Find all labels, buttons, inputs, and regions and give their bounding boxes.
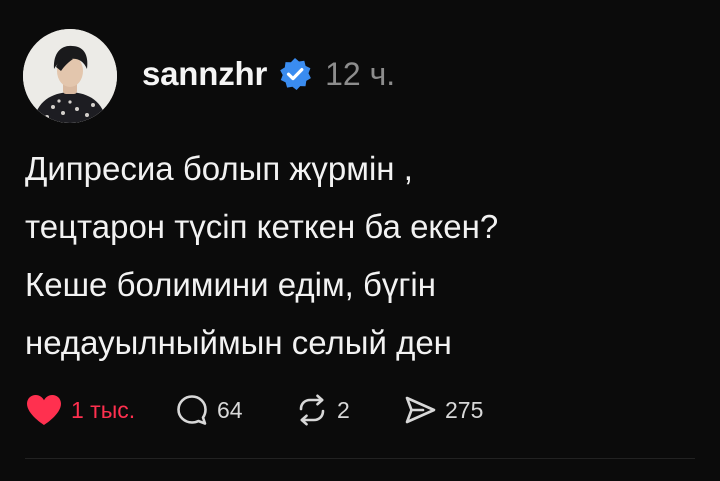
repost-icon (295, 393, 329, 427)
verified-badge-icon (277, 56, 313, 92)
repost-button[interactable]: 2 (295, 388, 403, 432)
post: sannzhr 12 ч. Дипресиа болып жүрмін , те… (0, 0, 720, 481)
post-text: Дипресиа болып жүрмін , тецтарон түсіп к… (25, 140, 705, 372)
reply-button[interactable]: 64 (175, 388, 295, 432)
share-count: 275 (445, 396, 484, 423)
like-count: 1 тыс. (71, 396, 136, 423)
post-text-line: Кеше болимини едім, бүгін (25, 266, 436, 303)
post-text-line: Дипресиа болып жүрмін , (25, 150, 413, 187)
comment-icon (175, 393, 209, 427)
post-header: sannzhr 12 ч. (142, 48, 395, 100)
send-icon (403, 393, 437, 427)
repost-count: 2 (337, 396, 350, 423)
heart-icon (25, 393, 63, 427)
share-button[interactable]: 275 (403, 388, 483, 432)
post-text-line: тецтарон түсіп кеткен ба екен? (25, 208, 499, 245)
avatar[interactable] (23, 29, 117, 123)
divider (25, 458, 695, 459)
username[interactable]: sannzhr (142, 55, 267, 93)
action-bar: 1 тыс. 64 2 275 (25, 388, 483, 432)
avatar-image (23, 29, 117, 123)
like-button[interactable]: 1 тыс. (25, 388, 175, 432)
reply-count: 64 (217, 396, 243, 423)
post-text-line: недауылныймын селый ден (25, 324, 452, 361)
post-timestamp: 12 ч. (325, 55, 396, 92)
